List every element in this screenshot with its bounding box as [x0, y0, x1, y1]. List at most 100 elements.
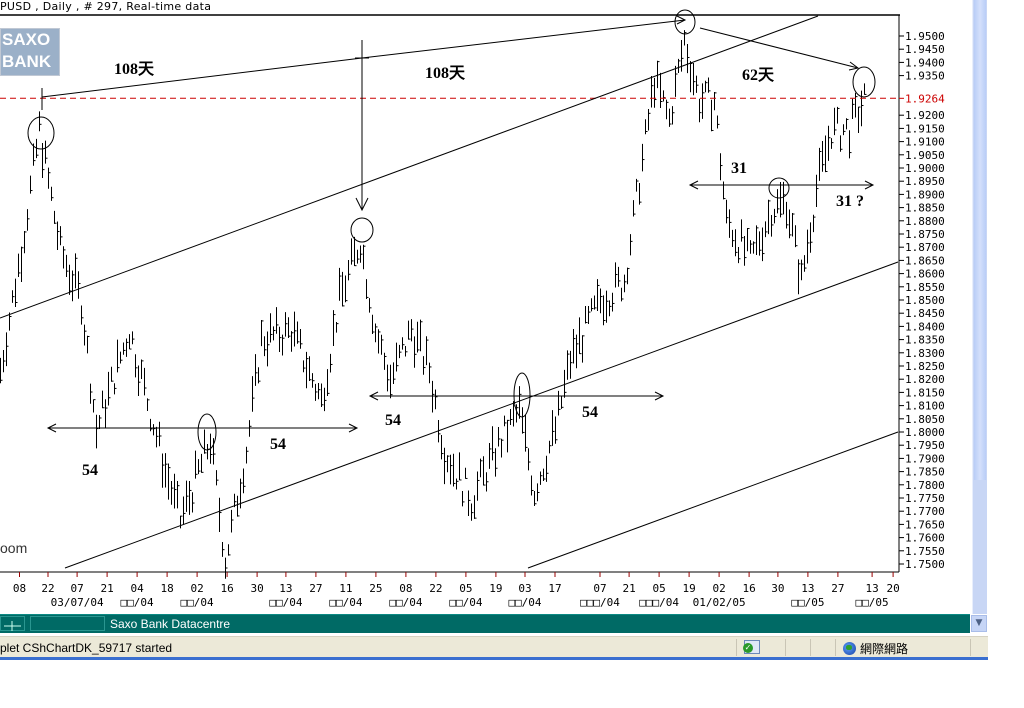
- toolbar-field[interactable]: [30, 616, 105, 631]
- annotation-count: 54: [82, 462, 98, 479]
- price-bar: [60, 226, 63, 246]
- price-bar: [207, 443, 210, 460]
- y-tick-label: 1.7650: [905, 518, 945, 531]
- price-bar: [300, 329, 303, 349]
- price-bar: [699, 98, 702, 123]
- price-bar: [855, 92, 858, 118]
- price-bar: [459, 452, 462, 481]
- descending-connector-line: [699, 27, 859, 69]
- price-bar: [684, 30, 687, 46]
- price-bar: [393, 362, 396, 385]
- price-bar: [93, 399, 96, 413]
- price-bar: [381, 334, 384, 355]
- price-bar: [519, 386, 522, 419]
- price-bar: [333, 310, 336, 347]
- crosshair-button[interactable]: [0, 616, 25, 631]
- price-bar: [837, 106, 840, 124]
- price-bar: [75, 253, 78, 289]
- price-bar: [30, 175, 33, 194]
- price-bar: [819, 147, 822, 181]
- saxo-bank-logo: SAXO BANK: [0, 28, 60, 76]
- price-bar: [390, 364, 393, 399]
- price-bar: [408, 320, 411, 340]
- price-bar: [813, 214, 816, 233]
- zone-label: 網際網路: [860, 642, 909, 656]
- month-label: □□/04: [389, 596, 422, 609]
- y-tick-label: 1.7800: [905, 479, 945, 492]
- x-tick-label: 04: [130, 582, 144, 595]
- y-tick-label: 1.8800: [905, 215, 945, 228]
- price-chart[interactable]: 1.95001.94501.94001.9350 1.92001.91501.91…: [0, 0, 1024, 612]
- month-label: □□/04: [121, 596, 154, 609]
- price-bar: [759, 231, 762, 256]
- price-bar: [711, 99, 714, 132]
- vertical-scrollbar[interactable]: [972, 0, 987, 614]
- x-tick-label: 19: [682, 582, 695, 595]
- price-bar: [252, 376, 255, 412]
- price-bar: [609, 300, 612, 317]
- price-bar: [294, 311, 297, 347]
- price-bar: [420, 319, 423, 352]
- price-bar: [480, 458, 483, 478]
- annotation-days: 108天: [425, 65, 466, 82]
- y-tick-label: 1.8900: [905, 188, 945, 201]
- price-bar: [192, 492, 195, 513]
- price-bar: [180, 515, 183, 529]
- price-bar: [540, 471, 543, 485]
- price-bar: [762, 227, 765, 262]
- crosshair-icon: [4, 621, 21, 631]
- price-bar: [102, 390, 105, 409]
- price-bar: [429, 362, 432, 384]
- price-bar: [189, 481, 192, 515]
- price-bar: [534, 491, 537, 506]
- scrollbar-thumb[interactable]: [974, 0, 986, 480]
- price-bar: [372, 314, 375, 334]
- price-bar: [447, 455, 450, 473]
- scroll-down-button[interactable]: ▼: [971, 615, 987, 632]
- x-tick-label: 08: [13, 582, 26, 595]
- price-bar: [309, 356, 312, 382]
- current-price-label: 1.9264: [905, 92, 945, 105]
- price-bar: [195, 450, 198, 479]
- price-bar: [483, 456, 486, 486]
- y-tick-label: 1.8650: [905, 254, 945, 267]
- y-tick-label: 1.9200: [905, 109, 945, 122]
- channel-lower-line: [527, 431, 899, 569]
- price-bar: [270, 313, 273, 343]
- price-bar: [660, 72, 663, 108]
- logo-line-1: SAXO: [2, 30, 51, 49]
- annotation-count: 31: [731, 160, 747, 177]
- price-bar: [615, 262, 618, 288]
- y-tick-label: 1.8300: [905, 347, 945, 360]
- price-bar: [831, 138, 834, 149]
- price-bar: [285, 312, 288, 337]
- y-tick-label: 1.8050: [905, 413, 945, 426]
- price-bar: [696, 75, 699, 93]
- price-bar: [471, 503, 474, 521]
- x-tick-label: 30: [771, 582, 784, 595]
- price-bar: [651, 75, 654, 108]
- price-bar: [228, 544, 231, 556]
- price-bar: [864, 83, 867, 95]
- x-tick-label: 16: [220, 582, 233, 595]
- x-tick-label: 08: [399, 582, 412, 595]
- y-tick-label: 1.9400: [905, 56, 945, 69]
- x-tick-label: 30: [250, 582, 263, 595]
- price-bar: [792, 212, 795, 237]
- price-bar: [714, 91, 717, 111]
- applet-status-icon[interactable]: [743, 640, 760, 654]
- month-label: □□/04: [508, 596, 541, 609]
- price-bar: [354, 236, 357, 267]
- price-bar: [216, 470, 219, 486]
- price-bar: [243, 468, 246, 494]
- price-bar: [804, 255, 807, 272]
- price-bar: [324, 387, 327, 412]
- price-bar: [351, 238, 354, 265]
- price-bar: [126, 338, 129, 357]
- price-bar: [501, 438, 504, 458]
- price-bar: [48, 167, 51, 189]
- price-bar: [105, 399, 108, 429]
- price-bar: [753, 241, 756, 254]
- month-label: □□/04: [449, 596, 482, 609]
- price-bar: [858, 106, 861, 134]
